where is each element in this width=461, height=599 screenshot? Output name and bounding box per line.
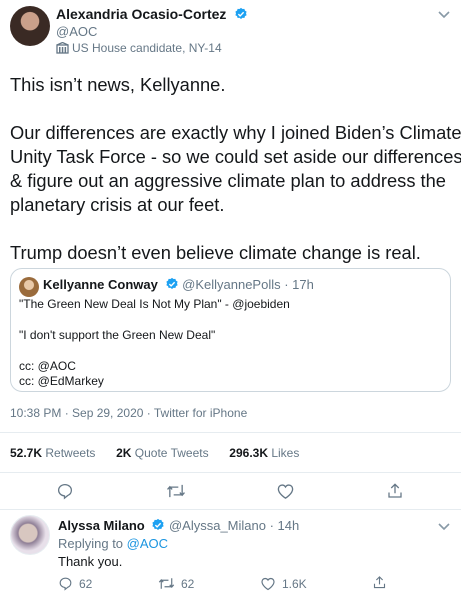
tweet-text-line: This isn’t news, Kellyanne. (10, 74, 226, 95)
likes-count: 296.3K (229, 446, 268, 460)
quoted-avatar (19, 277, 39, 297)
quotes-stat[interactable]: 2K Quote Tweets (116, 446, 209, 460)
like-icon[interactable] (276, 482, 295, 500)
quoted-meta: @KellyannePolls · 17h (182, 277, 314, 292)
verified-badge-icon (234, 7, 248, 21)
reply-meta: @Alyssa_Milano · 14h (168, 518, 300, 533)
verified-badge-icon (165, 277, 179, 291)
aoc-avatar[interactable] (10, 6, 50, 46)
verified-badge-icon (151, 518, 165, 532)
tweet-text: This isn’t news, Kellyanne. Our differen… (10, 73, 461, 265)
retweets-stat[interactable]: 52.7K Retweets (10, 446, 95, 460)
quoted-header: Kellyanne Conway @KellyannePolls · 17h (43, 277, 314, 292)
tweet-text-line: Trump doesn’t even believe climate chang… (10, 242, 421, 263)
quotes-count: 2K (116, 446, 132, 460)
quoted-line: "The Green New Deal Is Not My Plan" - @j… (19, 297, 290, 311)
chevron-down-icon[interactable] (436, 518, 452, 534)
building-icon (56, 42, 69, 54)
retweets-count: 52.7K (10, 446, 43, 460)
divider (0, 432, 461, 433)
quoted-text: "The Green New Deal Is Not My Plan" - @j… (19, 297, 290, 389)
quoted-line: cc: @AOC (19, 359, 76, 373)
tweet-timestamp[interactable]: 10:38 PM · Sep 29, 2020 · Twitter for iP… (10, 406, 247, 420)
tweet-text-line: Our differences are exactly why I joined… (10, 122, 461, 143)
tweet-text-line (10, 217, 458, 241)
retweets-label: Retweets (45, 446, 96, 460)
reply-like-count: 1.6K (282, 577, 307, 591)
author-label: US House candidate, NY-14 (72, 41, 222, 55)
reply-icon (58, 576, 73, 591)
quoted-line: cc: @EdMarkey (19, 374, 104, 388)
retweet-icon (158, 576, 175, 591)
quoted-tweet-card[interactable]: Kellyanne Conway @KellyannePolls · 17h "… (10, 268, 451, 392)
author-label-row: US House candidate, NY-14 (56, 41, 222, 55)
reply-retweet-action[interactable]: 62 (158, 576, 194, 591)
tweet-text-line: & figure out an aggressive climate plan … (10, 170, 446, 191)
reply-icon[interactable] (56, 482, 74, 500)
replying-to: Replying to @AOC (58, 536, 168, 551)
author-handle[interactable]: @AOC (56, 24, 97, 39)
quotes-label: Quote Tweets (134, 446, 209, 460)
reply-header: Alyssa Milano @Alyssa_Milano · 14h (58, 518, 299, 533)
quoted-line: "I don't support the Green New Deal" (19, 328, 216, 342)
likes-stat[interactable]: 296.3K Likes (229, 446, 299, 460)
replying-handle-link[interactable]: @AOC (127, 536, 168, 551)
retweet-icon[interactable] (166, 482, 186, 500)
like-icon (260, 576, 276, 591)
quoted-author-name: Kellyanne Conway (43, 277, 158, 292)
divider (0, 509, 461, 510)
share-icon[interactable] (372, 575, 387, 590)
reply-text: Thank you. (58, 554, 123, 569)
reply-count: 62 (79, 577, 93, 591)
stats-row: 52.7K Retweets 2K Quote Tweets 296.3K Li… (10, 446, 299, 460)
reply-retweet-count: 62 (181, 577, 195, 591)
author-name-row: Alexandria Ocasio-Cortez (56, 6, 248, 24)
reply-like-action[interactable]: 1.6K (260, 576, 307, 591)
divider (0, 472, 461, 473)
author-name[interactable]: Alexandria Ocasio-Cortez (56, 6, 226, 22)
tweet-text-line: planetary crisis at our feet. (10, 194, 225, 215)
chevron-down-icon[interactable] (436, 6, 452, 22)
milano-avatar[interactable] (10, 515, 50, 555)
tweet-text-line: Unity Task Force - so we could set aside… (10, 146, 461, 167)
replying-prefix: Replying to (58, 536, 124, 551)
share-icon[interactable] (386, 482, 404, 500)
tweet-text-line (10, 97, 458, 121)
likes-label: Likes (271, 446, 300, 460)
reply-reply-action[interactable]: 62 (58, 576, 92, 591)
reply-author-name[interactable]: Alyssa Milano (58, 518, 145, 533)
